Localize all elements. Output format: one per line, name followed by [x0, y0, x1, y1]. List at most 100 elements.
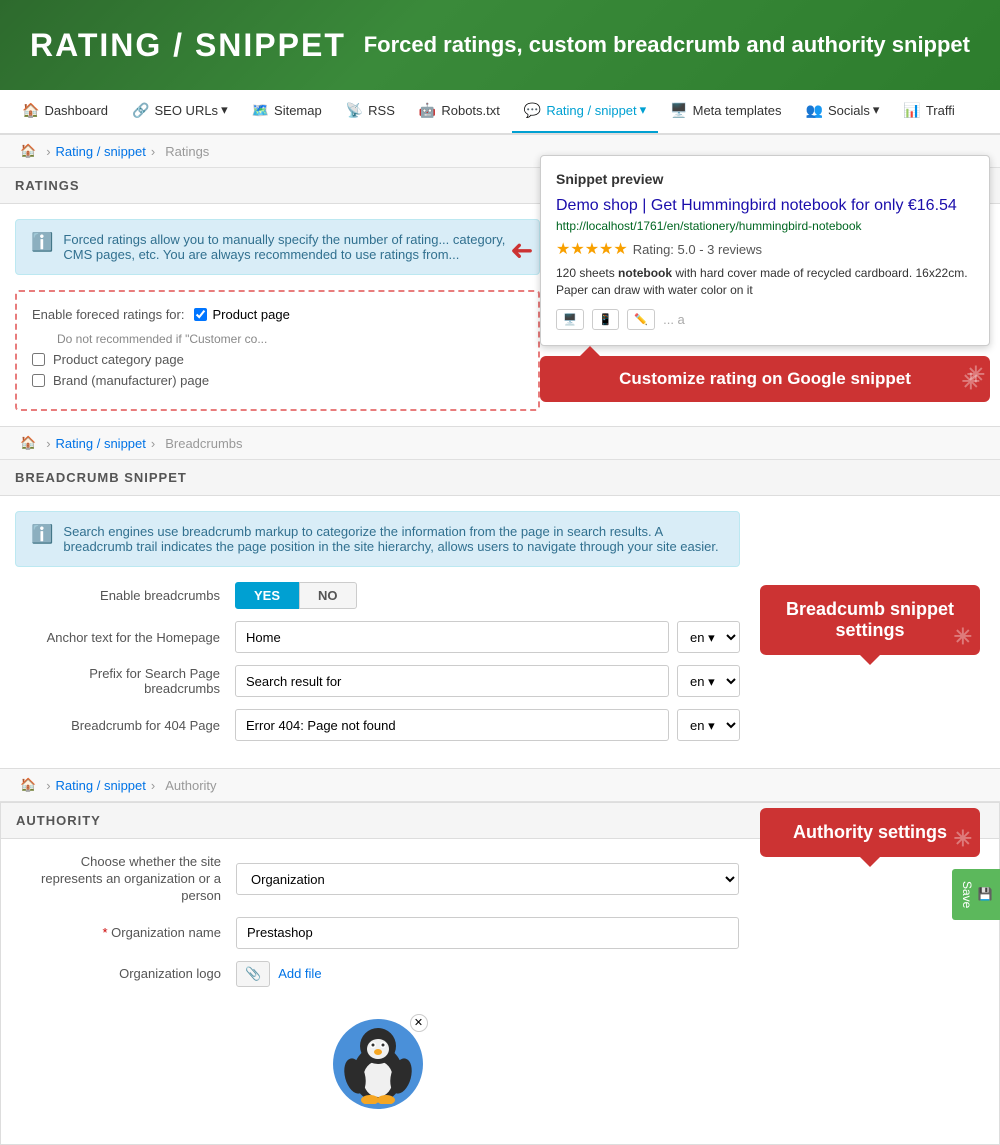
- home-icon-3: 🏠: [20, 777, 36, 793]
- prefix-row: Prefix for Search Page breadcrumbs en ▾: [15, 665, 740, 697]
- save-button[interactable]: 💾 Save: [952, 869, 1000, 920]
- close-button[interactable]: ✕: [410, 1014, 428, 1032]
- nav-item-rss[interactable]: 📡 RSS: [334, 90, 407, 134]
- org-logo-row: Organization logo 📎 Add file: [16, 961, 739, 987]
- enable-breadcrumbs-label: Enable breadcrumbs: [15, 588, 235, 603]
- nav-item-rating[interactable]: 💬 Rating / snippet ▾: [512, 90, 658, 134]
- nav-label-rss: RSS: [368, 103, 395, 118]
- org-name-label: * Organization name: [16, 925, 236, 940]
- org-name-input[interactable]: [236, 917, 739, 949]
- file-input-row: 📎 Add file: [236, 961, 322, 987]
- home-icon-2: 🏠: [20, 435, 36, 451]
- yes-button[interactable]: YES: [235, 582, 299, 609]
- snippet-icons: 🖥️ 📱 ✏️ ... a: [556, 309, 974, 330]
- prefix-input[interactable]: [235, 665, 669, 697]
- org-name-row: * Organization name: [16, 917, 739, 949]
- anchor-text-label: Anchor text for the Homepage: [15, 630, 235, 645]
- rss-icon: 📡: [346, 102, 363, 119]
- prefix-label: Prefix for Search Page breadcrumbs: [15, 666, 235, 696]
- mobile-icon-btn[interactable]: 📱: [592, 309, 620, 330]
- org-logo-label: Organization logo: [16, 966, 236, 981]
- brand-checkbox[interactable]: [32, 374, 45, 387]
- enable-label: Enable foreced ratings for:: [32, 307, 184, 322]
- breadcrumb-rating-link-3[interactable]: Rating / snippet: [56, 778, 146, 793]
- file-choose-button[interactable]: 📎: [236, 961, 270, 987]
- breadcrumb-section-title: BREADCRUMB SNIPPET: [0, 460, 1000, 496]
- breadcrumb-rating-link[interactable]: Rating / snippet: [56, 144, 146, 159]
- edit-icon-btn[interactable]: ✏️: [627, 309, 655, 330]
- brand-item: Brand (manufacturer) page: [32, 373, 523, 388]
- breadcrumb-tooltip: ✳ Breadcumb snippet settings: [760, 585, 980, 655]
- product-page-hint: Do not recommended if "Customer co...: [57, 332, 523, 346]
- breadcrumb-404-row: Breadcrumb for 404 Page en ▾: [15, 709, 740, 741]
- snowflake-auth-1: ✳: [954, 826, 972, 852]
- org-type-row: Choose whether the site represents an or…: [16, 854, 739, 905]
- socials-icon: 👥: [806, 102, 823, 119]
- nav-item-dashboard[interactable]: 🏠 Dashboard: [10, 90, 120, 134]
- header-banner: RATING / SNIPPET Forced ratings, custom …: [0, 0, 1000, 90]
- product-category-label: Product category page: [53, 352, 184, 367]
- breadcrumb-breadcrumbs-label: Breadcrumbs: [165, 436, 242, 451]
- ratings-dashed-box: Enable foreced ratings for: Product page…: [15, 290, 540, 411]
- nav-label-dashboard: Dashboard: [44, 103, 108, 118]
- traffi-icon: 📊: [903, 102, 920, 119]
- required-star: *: [102, 925, 107, 940]
- anchor-lang-select[interactable]: en ▾: [677, 621, 740, 653]
- snippet-preview-box: Snippet preview Demo shop | Get Hummingb…: [540, 155, 990, 346]
- breadcrumb-breadcrumbs: 🏠 › Rating / snippet › Breadcrumbs: [0, 427, 1000, 460]
- penguin-area: ✕: [16, 999, 739, 1129]
- penguin-image: [333, 1019, 423, 1109]
- snowflake-icon-2: ✳: [967, 361, 985, 390]
- anchor-text-input[interactable]: [235, 621, 669, 653]
- nav-label-robots: Robots.txt: [441, 103, 500, 118]
- chevron-icon: ▾: [221, 102, 228, 118]
- product-category-checkbox[interactable]: [32, 353, 45, 366]
- no-button[interactable]: NO: [299, 582, 357, 609]
- nav-item-meta[interactable]: 🖥️ Meta templates: [658, 90, 793, 134]
- brand-label: Brand (manufacturer) page: [53, 373, 209, 388]
- header-title: RATING / SNIPPET: [30, 27, 346, 64]
- penguin-svg: [343, 1024, 413, 1104]
- enable-breadcrumbs-row: Enable breadcrumbs YES NO: [15, 582, 740, 609]
- info-icon-2: ℹ️: [31, 524, 53, 545]
- save-label: Save: [960, 881, 974, 908]
- nav-item-traffi[interactable]: 📊 Traffi: [891, 90, 966, 134]
- anchor-text-row: Anchor text for the Homepage en ▾: [15, 621, 740, 653]
- nav-item-robots[interactable]: 🤖 Robots.txt: [407, 90, 512, 134]
- meta-icon: 🖥️: [670, 102, 687, 119]
- nav-item-seo-urls[interactable]: 🔗 SEO URLs ▾: [120, 90, 240, 134]
- nav-item-socials[interactable]: 👥 Socials ▾: [794, 90, 892, 134]
- snippet-desc: 120 sheets notebook with hard cover made…: [556, 265, 974, 299]
- ratings-info-text: Forced ratings allow you to manually spe…: [63, 232, 524, 262]
- nav-label-seo-urls: SEO URLs: [154, 103, 218, 118]
- desktop-icon-btn[interactable]: 🖥️: [556, 309, 584, 330]
- snippet-rating-row: ★★★★★ Rating: 5.0 - 3 reviews: [556, 239, 974, 259]
- breadcrumb-authority-label: Authority: [165, 778, 216, 793]
- snippet-customize-tooltip: ✳ ✳ Customize rating on Google snippet: [540, 356, 990, 402]
- dashboard-icon: 🏠: [22, 102, 39, 119]
- snippet-more: ... a: [663, 312, 685, 327]
- sitemap-icon: 🗺️: [252, 102, 269, 119]
- nav-item-sitemap[interactable]: 🗺️ Sitemap: [240, 90, 334, 134]
- breadcrumb-authority: 🏠 › Rating / snippet › Authority: [0, 769, 1000, 802]
- nav-label-rating: Rating / snippet: [546, 103, 636, 118]
- product-category-item: Product category page: [32, 352, 523, 367]
- penguin-container: ✕: [333, 1019, 423, 1109]
- save-icon: 💾: [978, 887, 992, 902]
- enable-row: Enable foreced ratings for: Product page: [32, 307, 523, 322]
- product-page-checkbox[interactable]: [194, 308, 207, 321]
- breadcrumb-sep2: ›: [151, 144, 155, 159]
- org-type-select[interactable]: Organization Person: [236, 863, 739, 895]
- snippet-url: http://localhost/1761/en/stationery/humm…: [556, 219, 974, 233]
- add-file-link[interactable]: Add file: [278, 966, 321, 981]
- robots-icon: 🤖: [419, 102, 436, 119]
- breadcrumb-404-lang-select[interactable]: en ▾: [677, 709, 740, 741]
- socials-chevron-icon: ▾: [873, 102, 880, 118]
- info-icon: ℹ️: [31, 232, 53, 253]
- toggle-group: YES NO: [235, 582, 357, 609]
- breadcrumb-404-input[interactable]: [235, 709, 669, 741]
- breadcrumb-info-text: Search engines use breadcrumb markup to …: [63, 524, 724, 554]
- stars-icon: ★★★★★: [556, 239, 628, 259]
- breadcrumb-rating-link-2[interactable]: Rating / snippet: [56, 436, 146, 451]
- prefix-lang-select[interactable]: en ▾: [677, 665, 740, 697]
